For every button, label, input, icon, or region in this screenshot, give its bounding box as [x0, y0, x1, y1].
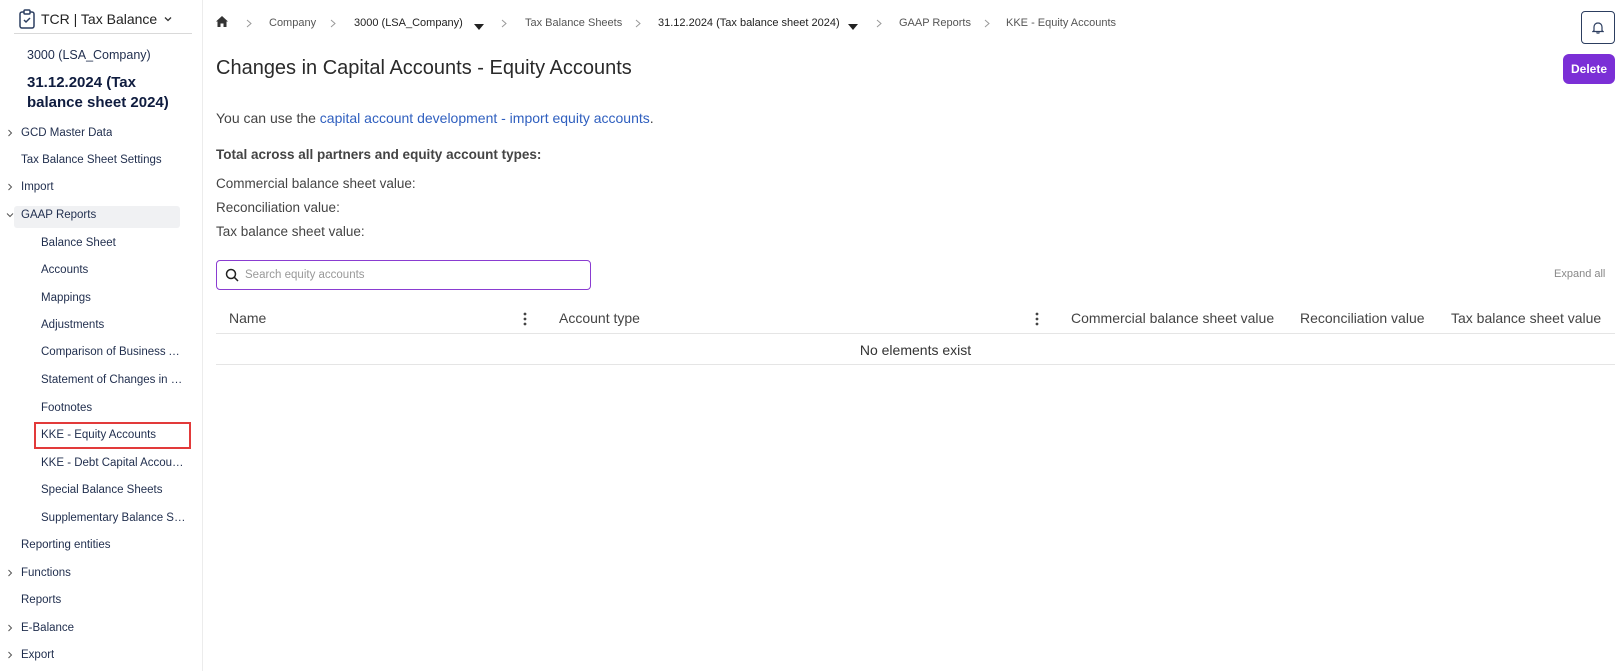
sidebar-subitem-kke-equity-accounts[interactable]: KKE - Equity Accounts [41, 424, 187, 446]
chevron-right-icon[interactable] [6, 651, 14, 659]
chevron-right-icon[interactable] [6, 624, 14, 632]
bell-icon [1592, 22, 1604, 34]
column-header-tax-value[interactable]: Tax balance sheet value [1451, 310, 1601, 326]
sidebar-subitem-special-balance-sheets[interactable]: Special Balance Sheets [41, 479, 187, 501]
balance-sheet-title: 31.12.2024 (Tax balance sheet 2024) [27, 74, 169, 111]
column-header-commercial-value[interactable]: Commercial balance sheet value [1071, 310, 1274, 326]
chevron-right-icon [330, 19, 336, 28]
info-suffix: . [649, 110, 654, 126]
chevron-right-icon [246, 19, 252, 28]
search-field[interactable] [216, 260, 591, 290]
sidebar: TCR | Tax Balance 3000 (LSA_Company) 31.… [0, 0, 203, 671]
breadcrumb-tax-balance-sheets[interactable]: Tax Balance Sheets [525, 17, 622, 29]
search-icon [225, 268, 239, 282]
totals-heading: Total across all partners and equity acc… [216, 147, 542, 162]
app-title: TCR | Tax Balance [41, 10, 158, 27]
info-text: You can use the capital account developm… [216, 110, 654, 126]
chevron-down-icon [164, 16, 172, 21]
breadcrumb-current: KKE - Equity Accounts [1006, 17, 1117, 29]
sidebar-item-export[interactable]: Export [21, 644, 54, 666]
commercial-value-label: Commercial balance sheet value: [216, 176, 416, 191]
sidebar-item-gaap-reports[interactable]: GAAP Reports [21, 204, 96, 226]
sidebar-subitem-kke-debt-capital-accounts[interactable]: KKE - Debt Capital Accounts [41, 452, 187, 474]
expand-all-button[interactable]: Expand all [1554, 268, 1605, 280]
sidebar-subitem-balance-sheet[interactable]: Balance Sheet [41, 232, 187, 254]
reconciliation-value-label: Reconciliation value: [216, 200, 340, 215]
chevron-down-icon[interactable] [6, 211, 14, 219]
empty-state-row: No elements exist [216, 335, 1615, 365]
chevron-right-icon [984, 19, 990, 28]
caret-down-icon[interactable] [474, 24, 484, 30]
sidebar-subitem-supplementary-balance-sheets[interactable]: Supplementary Balance Sheets [41, 507, 187, 529]
chevron-right-icon[interactable] [6, 569, 14, 577]
caret-down-icon[interactable] [848, 24, 858, 30]
notifications-button[interactable] [1581, 11, 1615, 44]
chevron-right-icon [876, 19, 882, 28]
chevron-right-icon [635, 19, 641, 28]
sidebar-item-reports[interactable]: Reports [21, 589, 61, 611]
company-label[interactable]: 3000 (LSA_Company) [27, 48, 151, 62]
app-switcher[interactable]: TCR | Tax Balance [14, 4, 192, 34]
sidebar-item-tax-balance-sheet-settings[interactable]: Tax Balance Sheet Settings [21, 149, 162, 171]
sidebar-subitem-statement-changes-fixed-assets[interactable]: Statement of Changes in Fixed Assets [41, 369, 187, 391]
search-input[interactable] [245, 269, 565, 281]
page-title: Changes in Capital Accounts - Equity Acc… [216, 57, 632, 79]
tax-value-label: Tax balance sheet value: [216, 224, 365, 239]
sidebar-subitem-footnotes[interactable]: Footnotes [41, 397, 187, 419]
column-header-name[interactable]: Name [229, 310, 266, 326]
breadcrumb-company[interactable]: Company [269, 17, 316, 29]
sidebar-item-e-balance[interactable]: E-Balance [21, 617, 74, 639]
sidebar-subitem-comparison-business-assets[interactable]: Comparison of Business Assets [41, 341, 187, 363]
chevron-right-icon[interactable] [6, 183, 14, 191]
table-header: Name Account type Commercial balance she… [216, 303, 1615, 334]
delete-button[interactable]: Delete [1563, 54, 1615, 84]
sidebar-subitem-accounts[interactable]: Accounts [41, 259, 187, 281]
sidebar-item-functions[interactable]: Functions [21, 562, 71, 584]
sidebar-item-import[interactable]: Import [21, 176, 54, 198]
info-prefix: You can use the [216, 110, 320, 126]
sidebar-subitem-adjustments[interactable]: Adjustments [41, 314, 187, 336]
chevron-right-icon[interactable] [6, 129, 14, 137]
breadcrumb-company-selector[interactable]: 3000 (LSA_Company) [354, 17, 463, 29]
column-header-reconciliation-value[interactable]: Reconciliation value [1300, 310, 1425, 326]
import-equity-accounts-link[interactable]: capital account development - import equ… [320, 110, 650, 126]
breadcrumb-sheet-selector[interactable]: 31.12.2024 (Tax balance sheet 2024) [658, 17, 840, 29]
clipboard-icon [19, 8, 35, 29]
column-menu-icon[interactable] [523, 312, 527, 326]
sidebar-item-reporting-entities[interactable]: Reporting entities [21, 534, 111, 556]
chevron-right-icon [501, 19, 507, 28]
column-header-account-type[interactable]: Account type [559, 310, 640, 326]
column-menu-icon[interactable] [1035, 312, 1039, 326]
breadcrumb-gaap-reports[interactable]: GAAP Reports [899, 17, 971, 29]
sidebar-item-gcd-master-data[interactable]: GCD Master Data [21, 122, 112, 144]
home-icon[interactable] [215, 15, 229, 28]
sidebar-subitem-mappings[interactable]: Mappings [41, 287, 187, 309]
